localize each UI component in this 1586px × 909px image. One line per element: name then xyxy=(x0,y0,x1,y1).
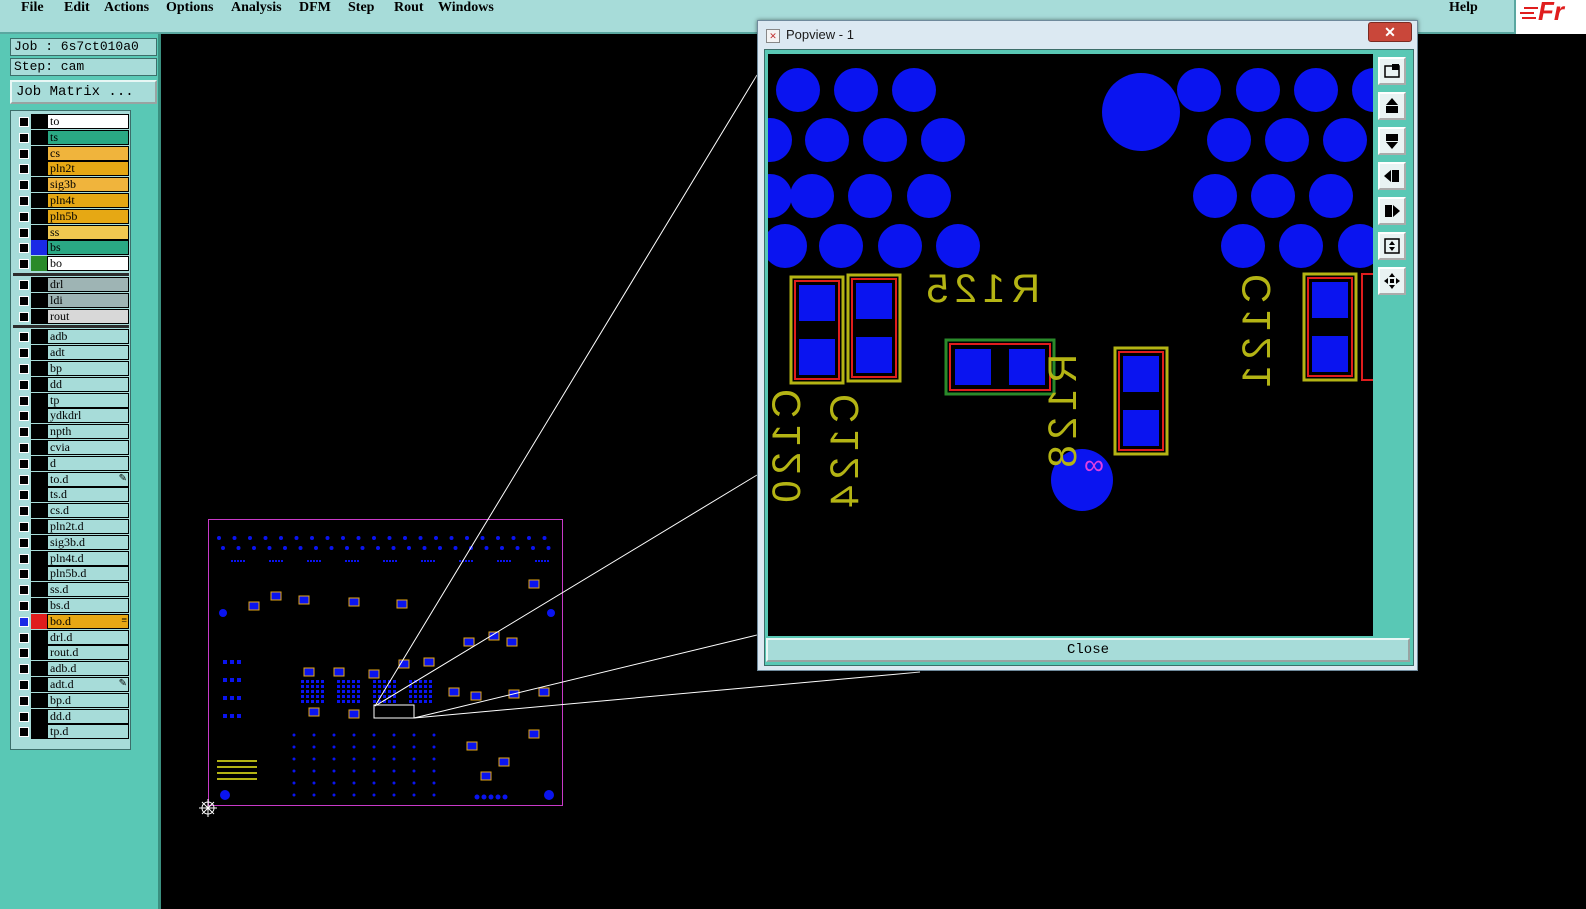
pan-up-icon[interactable] xyxy=(1378,92,1406,120)
popview-close-button[interactable]: Close xyxy=(766,638,1410,662)
designator-c120: C120 xyxy=(768,389,809,509)
designator-r125: R125 xyxy=(920,267,1040,311)
component-r125 xyxy=(944,338,1056,396)
component-c121 xyxy=(1302,272,1373,382)
zoom-view: C120 C124 R125 R128 C121 ∞ xyxy=(768,68,1373,514)
pan-left-icon[interactable] xyxy=(1378,162,1406,190)
designator-r128: R128 xyxy=(1041,354,1085,474)
component-c120 xyxy=(789,275,845,385)
component-c124 xyxy=(846,273,902,383)
pan-right-icon[interactable] xyxy=(1378,197,1406,225)
popview-title: Popview - 1 xyxy=(786,27,854,42)
zoom-window-icon[interactable] xyxy=(1378,57,1406,85)
zoom-fit-icon[interactable] xyxy=(1378,232,1406,260)
designator-c124: C124 xyxy=(823,394,867,514)
pad-cluster-left xyxy=(768,68,980,268)
zoom-home-icon[interactable] xyxy=(1378,267,1406,295)
pan-down-icon[interactable] xyxy=(1378,127,1406,155)
popview-app-icon: ✕ xyxy=(766,29,780,43)
designator-c121: C121 xyxy=(1235,274,1279,394)
popview-toolbox xyxy=(1375,52,1409,637)
window-close-button[interactable]: ✕ xyxy=(1368,22,1412,42)
popview-canvas[interactable]: C120 C124 R125 R128 C121 ∞ xyxy=(768,54,1373,636)
popview-window: ✕ Popview - 1 ✕ C120 C124 R125 R128 C121… xyxy=(757,20,1418,671)
magenta-marker: ∞ xyxy=(1084,449,1104,480)
component-r128 xyxy=(1113,346,1169,456)
